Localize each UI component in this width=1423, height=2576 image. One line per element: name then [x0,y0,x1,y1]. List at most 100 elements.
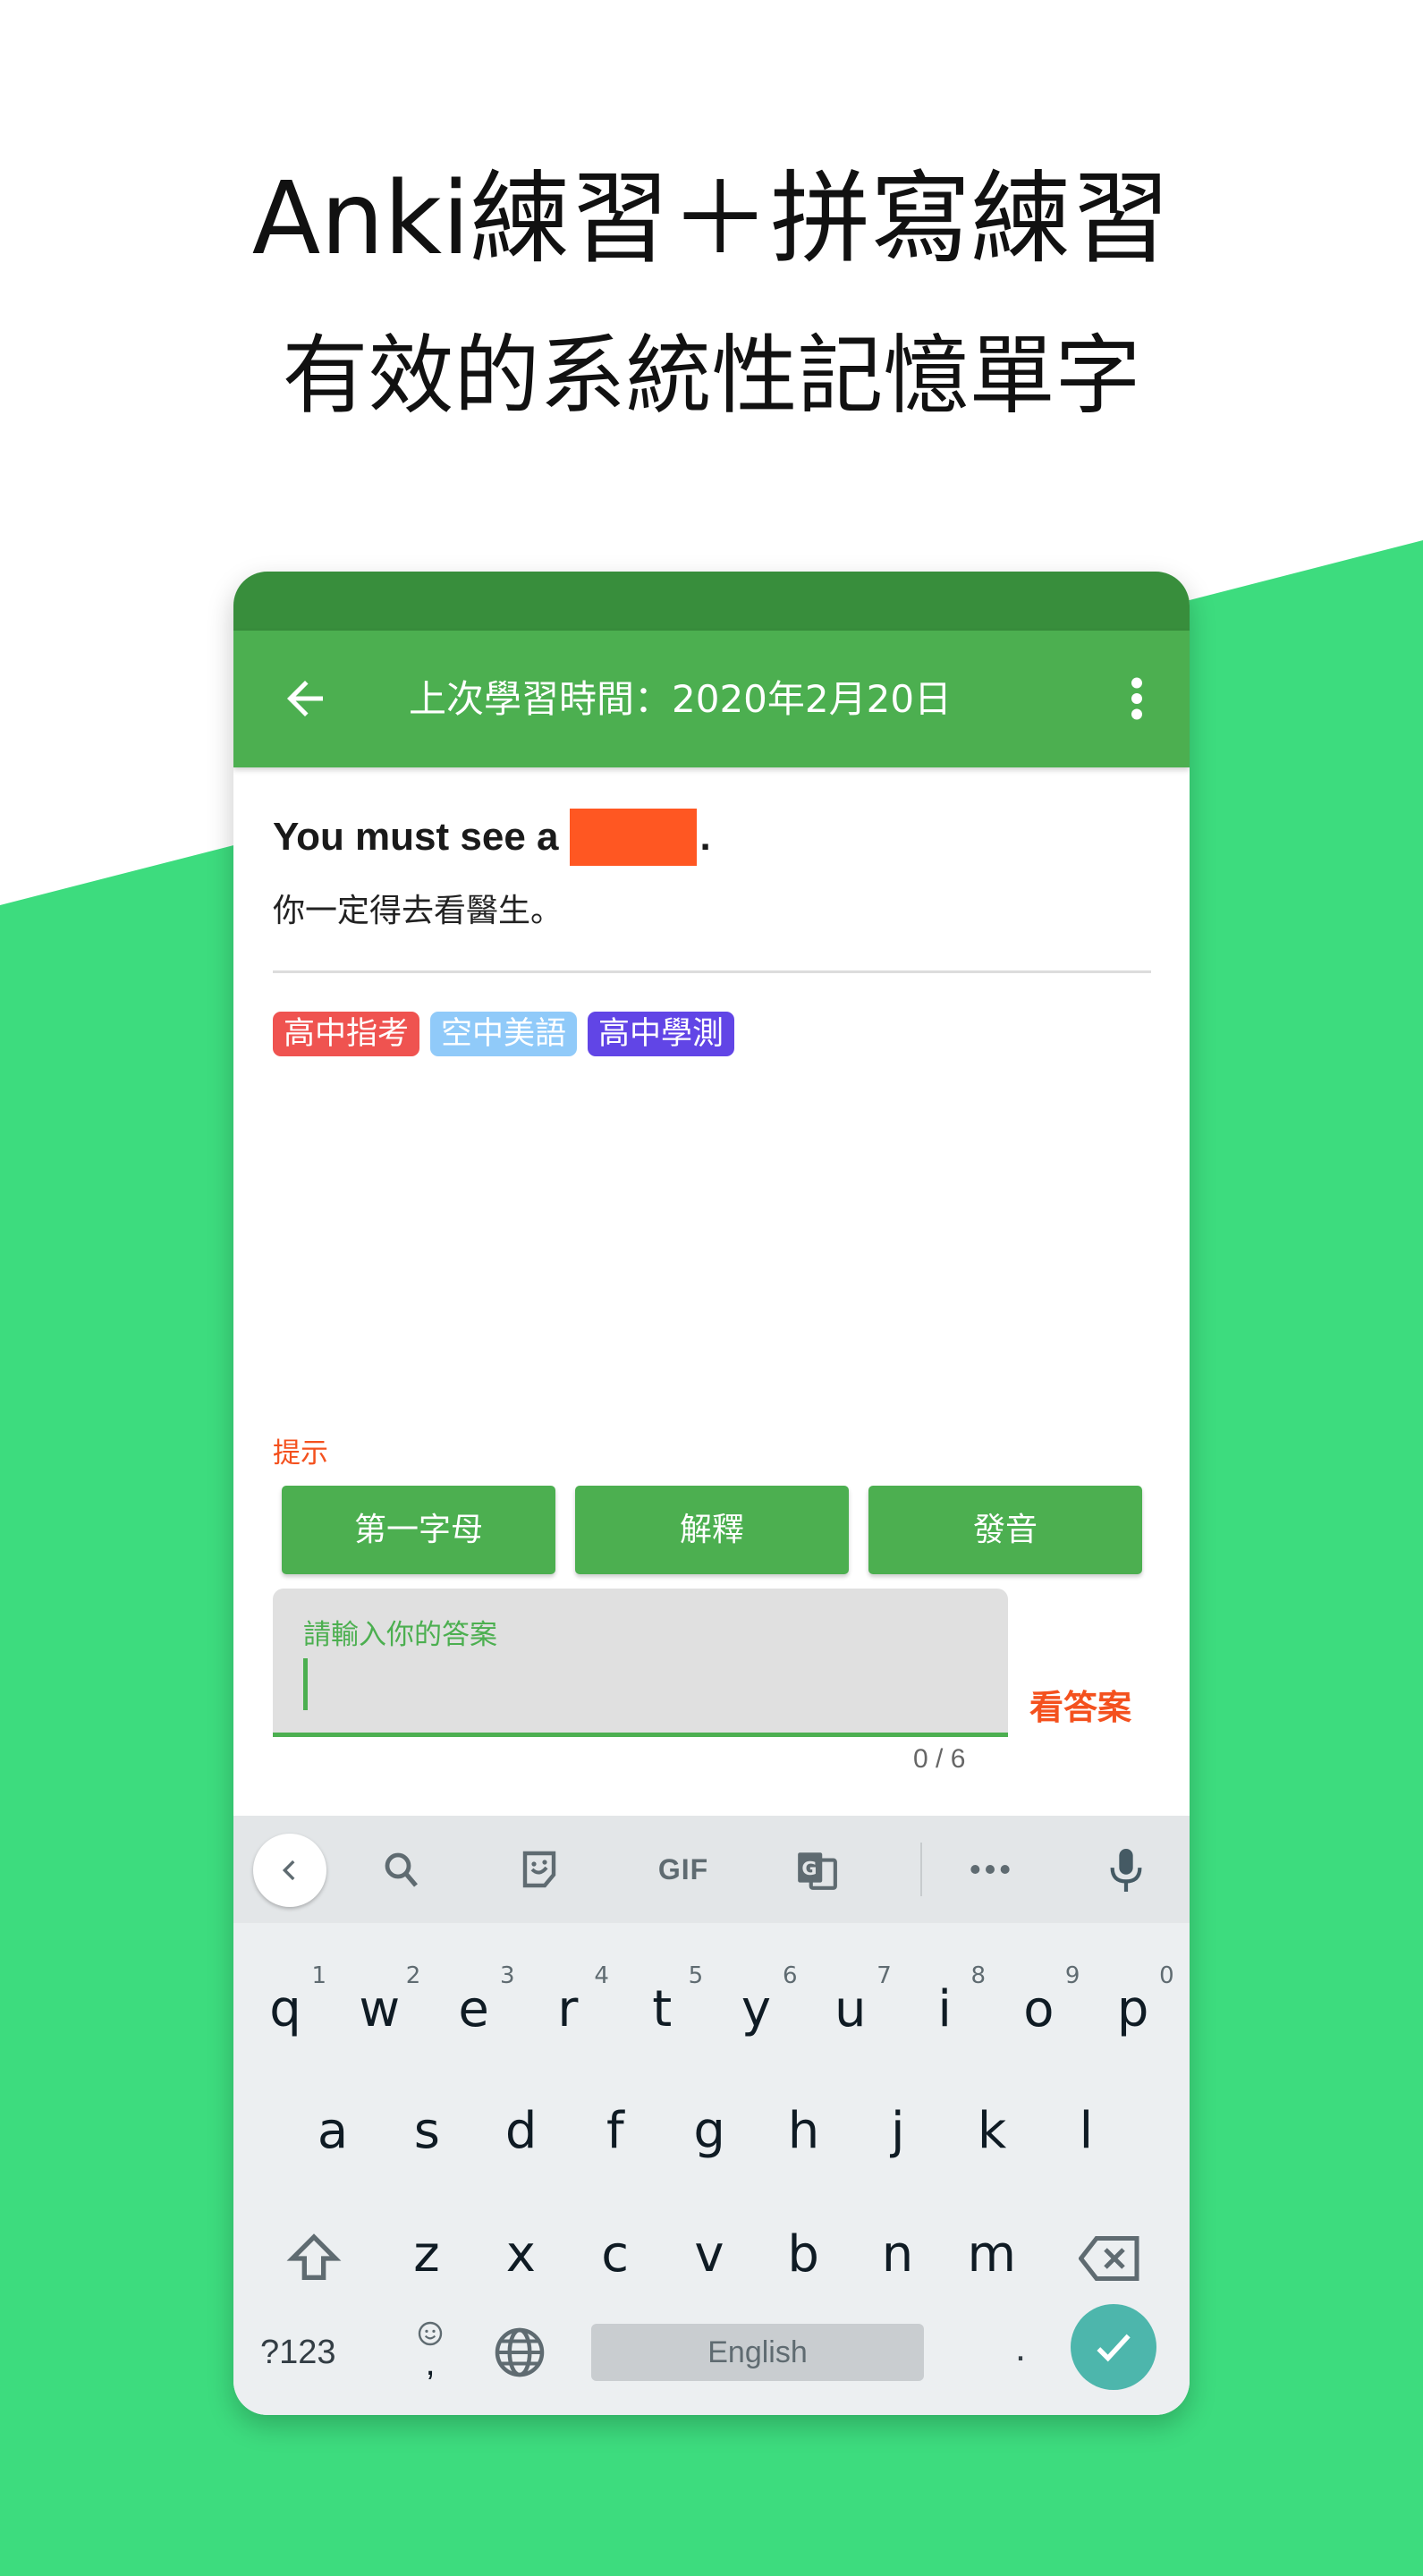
text-caret [303,1658,308,1710]
key-number-hint: 4 [594,1962,609,1989]
key-label: u [834,1980,867,2038]
status-bar [233,572,1190,631]
key-c[interactable]: c [571,2206,660,2304]
sentence-translation: 你一定得去看醫生。 [273,893,563,929]
show-answer-button[interactable]: 看答案 [1029,1685,1131,1730]
key-w[interactable]: w2 [335,1961,424,2059]
key-number-hint: 9 [1064,1962,1080,1989]
key-n[interactable]: n [853,2206,943,2304]
collapse-toolbar-button[interactable] [253,1834,326,1907]
hint-label: 提示 [273,1437,328,1470]
key-label: p [1116,1980,1149,2038]
key-q[interactable]: q1 [241,1961,330,2059]
arrow-left-icon [287,681,323,716]
space-key[interactable]: English [591,2324,924,2381]
key-number-hint: 2 [405,1962,421,1989]
key-number-hint: 8 [970,1962,987,1989]
key-l[interactable]: l [1041,2082,1131,2181]
key-m[interactable]: m [947,2206,1037,2304]
key-number-hint: 3 [500,1962,515,1989]
symbols-key[interactable]: ?123 [260,2326,336,2379]
definition-button[interactable]: 解釋 [575,1486,849,1574]
key-number-hint: 7 [877,1962,892,1989]
key-z[interactable]: z [382,2206,471,2304]
backspace-key[interactable] [1065,2209,1155,2308]
key-i[interactable]: i8 [900,1961,989,2059]
answer-input-label: 請輸入你的答案 [303,1619,497,1651]
sticker-button[interactable] [512,1843,566,1896]
key-label: r [557,1980,579,2038]
key-s[interactable]: s [382,2082,471,2181]
key-g[interactable]: g [665,2082,754,2181]
key-f[interactable]: f [571,2082,660,2181]
key-d[interactable]: d [477,2082,566,2181]
period-key[interactable]: . [985,2317,1056,2379]
hint-buttons: 第一字母 解釋 發音 [282,1486,1142,1574]
search-icon [385,1852,418,1887]
phone-screen: 上次學習時間：2020年2月20日 You must see a . 你一定得去… [233,572,1190,2415]
language-key[interactable] [484,2317,555,2388]
key-label: w [359,1980,401,2038]
key-b[interactable]: b [758,2206,848,2304]
key-number-hint: 0 [1159,1962,1174,1989]
key-a[interactable]: a [288,2082,377,2181]
more-options-button[interactable] [1119,672,1155,725]
translate-icon: G [798,1852,837,1890]
key-k[interactable]: k [947,2082,1037,2181]
sentence-end: . [699,815,711,859]
check-icon [1097,2334,1131,2362]
comma-key[interactable]: , [394,2306,466,2392]
key-label: y [741,1980,772,2038]
backspace-icon [1079,2236,1139,2281]
key-label: i [937,1980,952,2038]
key-v[interactable]: v [665,2206,754,2304]
sentence-text: You must see a [273,815,559,859]
key-y[interactable]: y6 [712,1961,801,2059]
search-button[interactable] [375,1843,428,1896]
app-bar-title: 上次學習時間：2020年2月20日 [409,677,953,721]
key-o[interactable]: o9 [994,1961,1083,2059]
more-tools-button[interactable] [963,1843,1017,1896]
tag: 空中美語 [430,1012,578,1056]
key-t[interactable]: t5 [617,1961,707,2059]
pronunciation-button[interactable]: 發音 [868,1486,1142,1574]
divider [273,970,1151,973]
character-counter: 0 / 6 [913,1744,966,1774]
key-label: t [652,1980,673,2038]
key-number-hint: 6 [782,1962,798,1989]
gif-button[interactable]: GIF [643,1843,724,1896]
first-letter-button[interactable]: 第一字母 [282,1486,555,1574]
headline-line-2: 有效的系統性記憶單字 [282,326,1141,426]
key-number-hint: 1 [311,1962,326,1989]
translate-button[interactable]: G [790,1843,843,1896]
more-vert-icon [1131,677,1142,720]
key-label: o [1023,1980,1055,2038]
voice-input-button[interactable] [1099,1843,1153,1896]
key-x[interactable]: x [476,2206,565,2304]
key-number-hint: 5 [688,1962,704,1989]
chevron-left-icon [282,1860,295,1881]
key-r[interactable]: r4 [523,1961,613,2059]
answer-input[interactable]: 請輸入你的答案 [273,1589,1008,1737]
back-button[interactable] [278,672,332,725]
globe-icon [495,2327,545,2377]
key-u[interactable]: u7 [806,1961,895,2059]
microphone-icon [1110,1849,1142,1892]
key-e[interactable]: e3 [429,1961,519,2059]
headline-line-1: Anki練習＋拼寫練習 [251,161,1172,277]
enter-key[interactable] [1071,2304,1156,2390]
key-label: e [458,1980,489,2038]
svg-text:G: G [801,1858,817,1879]
shift-icon [286,2233,342,2280]
key-j[interactable]: j [853,2082,943,2181]
shift-key[interactable] [269,2209,359,2308]
key-h[interactable]: h [759,2082,849,2181]
tag: 高中指考 [273,1012,420,1056]
sticker-icon [522,1851,556,1888]
keyboard-toolbar: GIF G [233,1816,1190,1923]
cloze-sentence: You must see a . [273,806,711,869]
cloze-blank [569,809,697,866]
key-p[interactable]: p0 [1088,1961,1178,2059]
tag-list: 高中指考 空中美語 高中學測 [273,1012,735,1056]
comma-label: , [425,2343,436,2383]
